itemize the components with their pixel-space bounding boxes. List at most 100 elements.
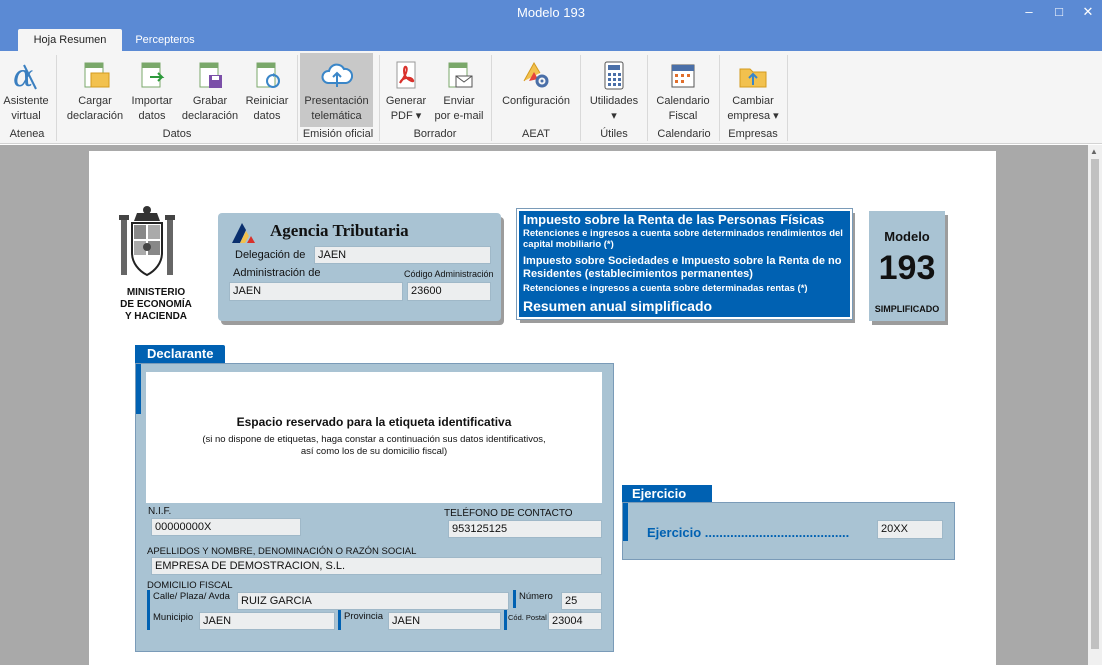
ejercicio-tab: Ejercicio	[622, 485, 712, 502]
utilidades-label: Utilidades ▾	[589, 95, 639, 122]
accent-bar	[623, 503, 628, 541]
domicilio-label: DOMICILIO FISCAL	[147, 580, 233, 591]
generar-pdf-label: Generar PDF ▾	[385, 95, 427, 122]
calendar-icon	[667, 59, 699, 93]
reset-icon	[251, 59, 283, 93]
calle-field[interactable]: RUIZ GARCIA	[237, 592, 509, 610]
ribbon-tabs: Hoja Resumen Percepteros	[0, 26, 1102, 51]
cargar-declaracion-button[interactable]: Cargar declaración	[62, 53, 128, 127]
ejercicio-panel: Ejercicio ..............................…	[622, 502, 955, 560]
declarante-panel: Espacio reservado para la etiqueta ident…	[135, 363, 614, 652]
group-datos: Datos	[162, 128, 192, 140]
numero-label: Número	[519, 591, 553, 602]
generar-pdf-button[interactable]: Generar PDF ▾	[382, 53, 430, 127]
impuesto-title-3: Impuesto sobre Sociedades e Impuesto sob…	[523, 255, 842, 280]
impuesto-title-5: Resumen anual simplificado	[523, 298, 713, 314]
ejercicio-field[interactable]: 20XX	[877, 520, 943, 539]
declarante-tab: Declarante	[135, 345, 225, 363]
separator	[56, 55, 57, 141]
coat-of-arms-icon	[117, 203, 177, 283]
tab-percepteros[interactable]: Percepteros	[122, 29, 208, 51]
group-emision-oficial: Emisión oficial	[302, 128, 374, 140]
cloud-upload-icon	[321, 59, 353, 93]
impuesto-title-4: Retenciones e ingresos a cuenta sobre de…	[523, 283, 808, 294]
asistente-virtual-button[interactable]: α Asistente virtual	[0, 53, 52, 127]
load-file-icon	[79, 59, 111, 93]
domicilio-accent	[147, 590, 150, 630]
utilidades-button[interactable]: Utilidades ▾	[584, 53, 644, 127]
maximize-button[interactable]: □	[1043, 0, 1075, 26]
agency-name: Agencia Tributaria	[270, 221, 409, 240]
label-reserved-note-1: (si no dispone de etiquetas, haga consta…	[202, 434, 546, 445]
label-reserved-area: Espacio reservado para la etiqueta ident…	[146, 372, 602, 503]
nif-field[interactable]: 00000000X	[151, 518, 301, 536]
configuracion-button[interactable]: Configuración	[496, 53, 576, 127]
settings-icon	[520, 59, 552, 93]
telefono-label: TELÉFONO DE CONTACTO	[444, 508, 573, 519]
cp-accent	[504, 610, 507, 630]
administracion-label: Administración de	[233, 267, 321, 279]
label-reserved-note-2: así como los de su domicilio fiscal)	[300, 446, 448, 457]
modelo-number: 193	[878, 249, 936, 287]
nif-label: N.I.F.	[148, 506, 172, 517]
codigo-administracion-field[interactable]: 23600	[407, 282, 491, 301]
presentacion-telematica-button[interactable]: Presentación telemática	[300, 53, 373, 127]
email-icon	[443, 59, 475, 93]
impuesto-header-panel: Impuesto sobre la Renta de las Personas …	[516, 208, 853, 320]
enviar-email-label: Enviar por e-mail	[434, 95, 484, 122]
form-page: MINISTERIO DE ECONOMÍA Y HACIENDA Agenci…	[89, 151, 996, 665]
tab-hoja-resumen[interactable]: Hoja Resumen	[18, 29, 122, 51]
ejercicio-label: Ejercicio ..............................…	[647, 525, 850, 540]
presentacion-telematica-label: Presentación telemática	[304, 95, 369, 122]
close-button[interactable]: ✕	[1072, 0, 1102, 26]
cp-field[interactable]: 23004	[548, 612, 602, 630]
impuesto-title-2: Retenciones e ingresos a cuenta sobre de…	[523, 228, 843, 250]
cambiar-empresa-button[interactable]: Cambiar empresa ▾	[722, 53, 784, 127]
modelo-subtitle: SIMPLIFICADO	[874, 304, 940, 314]
reiniciar-datos-label: Reiniciar datos	[245, 95, 289, 122]
scroll-up-icon[interactable]: ▲	[1090, 147, 1098, 156]
separator	[787, 55, 788, 141]
atenea-icon: α	[10, 59, 42, 94]
calculator-icon	[598, 59, 630, 93]
modelo-panel: Modelo 193 SIMPLIFICADO	[869, 211, 945, 321]
vertical-scrollbar[interactable]: ▲	[1088, 145, 1102, 665]
grabar-declaracion-button[interactable]: Grabar declaración	[180, 53, 240, 127]
scroll-thumb[interactable]	[1091, 159, 1099, 649]
ministry-name: MINISTERIO DE ECONOMÍA Y HACIENDA	[109, 287, 203, 323]
minimize-button[interactable]: –	[1013, 0, 1045, 26]
save-icon	[194, 59, 226, 93]
ribbon: α Asistente virtual Atenea Cargar declar…	[0, 51, 1102, 144]
nombre-field[interactable]: EMPRESA DE DEMOSTRACION, S.L.	[151, 557, 602, 575]
nombre-label: APELLIDOS Y NOMBRE, DENOMINACIÓN O RAZÓN…	[147, 546, 417, 557]
accent-bar	[136, 364, 141, 414]
importar-datos-button[interactable]: Importar datos	[128, 53, 176, 127]
separator	[647, 55, 648, 141]
provincia-accent	[338, 610, 341, 630]
window-title: Modelo 193	[517, 5, 585, 20]
agency-panel: Agencia Tributaria Delegación de JAEN Ad…	[218, 213, 501, 321]
configuracion-label: Configuración	[502, 95, 570, 107]
municipio-field[interactable]: JAEN	[199, 612, 335, 630]
group-utiles: Útiles	[600, 128, 628, 140]
administracion-field[interactable]: JAEN	[229, 282, 403, 301]
numero-field[interactable]: 25	[561, 592, 602, 610]
importar-datos-label: Importar datos	[131, 95, 173, 122]
provincia-label: Provincia	[344, 611, 384, 622]
reiniciar-datos-button[interactable]: Reiniciar datos	[242, 53, 292, 127]
municipio-label: Municipio	[153, 612, 194, 623]
group-calendario: Calendario	[657, 128, 711, 140]
numero-accent	[513, 590, 516, 608]
delegacion-field[interactable]: JAEN	[314, 246, 491, 264]
provincia-field[interactable]: JAEN	[388, 612, 501, 630]
cambiar-empresa-label: Cambiar empresa ▾	[727, 95, 779, 122]
impuesto-title-1: Impuesto sobre la Renta de las Personas …	[523, 212, 825, 227]
enviar-email-button[interactable]: Enviar por e-mail	[430, 53, 488, 127]
calendario-fiscal-button[interactable]: Calendario Fiscal	[651, 53, 715, 127]
title-bar: Modelo 193 – □ ✕	[0, 0, 1102, 26]
grabar-declaracion-label: Grabar declaración	[181, 95, 239, 122]
telefono-field[interactable]: 953125125	[448, 520, 602, 538]
cargar-declaracion-label: Cargar declaración	[66, 95, 124, 122]
cp-label: Cód. Postal	[508, 613, 547, 622]
modelo-label: Modelo	[884, 229, 930, 244]
